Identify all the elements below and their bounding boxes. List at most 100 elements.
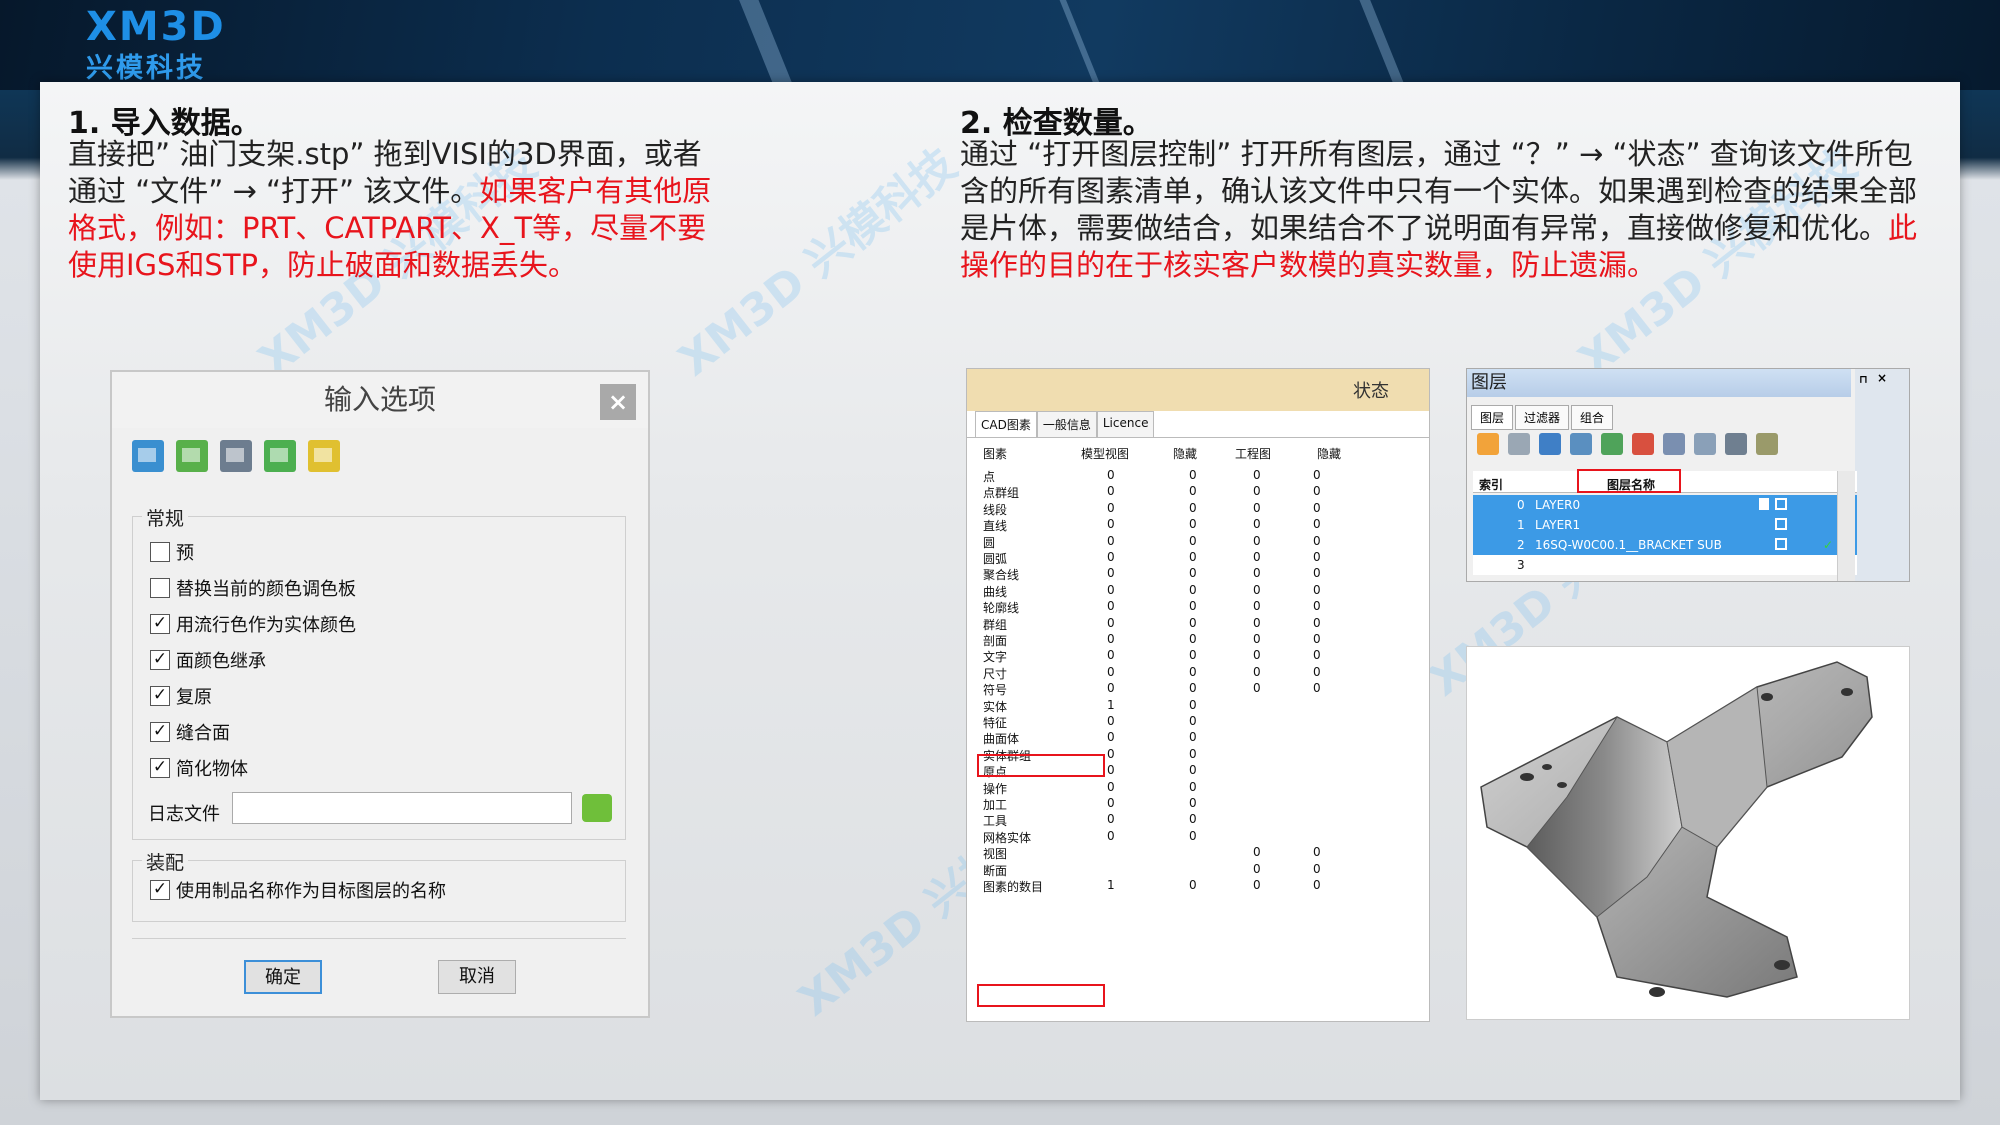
tab-layers[interactable]: 图层 — [1471, 405, 1514, 430]
entity-count: 0 — [1107, 484, 1115, 499]
entity-count: 0 — [1107, 632, 1115, 646]
checkbox[interactable]: ✓ — [150, 758, 170, 778]
lock-icon[interactable] — [1775, 538, 1787, 550]
divider — [967, 437, 1429, 438]
layer-index: 3 — [1517, 558, 1525, 572]
layer-window: 图层 ⊓ × 图层 过滤器 组合 索引 图层名称 0 LAYER0 1 LAYE… — [1466, 368, 1910, 582]
entity-count: 0 — [1189, 730, 1197, 745]
entity-count: 0 — [1253, 500, 1261, 515]
highlight-solid-row — [977, 754, 1105, 777]
entity-count: 1 — [1107, 878, 1115, 892]
entity-count: 0 — [1313, 632, 1321, 646]
import-icon[interactable] — [132, 440, 164, 472]
entity-name: 图素的数目 — [983, 880, 1044, 894]
checkbox[interactable]: ✓ — [150, 650, 170, 670]
lock-icon[interactable] — [1775, 518, 1787, 530]
entity-count: 0 — [1253, 648, 1261, 663]
lock-icon[interactable] — [1775, 498, 1787, 510]
layer-row[interactable]: 3 — [1473, 555, 1857, 575]
ok-button[interactable]: 确定 — [244, 960, 322, 994]
pin-icon[interactable]: ⊓ — [1859, 373, 1868, 386]
layer-row[interactable]: 0 LAYER0 — [1473, 495, 1857, 515]
entity-count: 0 — [1189, 517, 1197, 532]
option-restore[interactable]: ✓ 复原 — [150, 682, 212, 710]
layer-name: LAYER0 — [1535, 498, 1581, 512]
checkbox[interactable] — [150, 578, 170, 598]
layer-row[interactable]: 2 16SQ-W0C00.1__BRACKET SUB ✓ — [1473, 535, 1857, 555]
open-file-icon[interactable] — [176, 440, 208, 472]
entity-count: 0 — [1253, 566, 1261, 581]
layer-delete-icon[interactable] — [1632, 433, 1654, 455]
col-header-hidden: 隐藏 — [1173, 447, 1198, 461]
layer-index: 1 — [1517, 518, 1525, 532]
tab-general-info[interactable]: 一般信息 — [1036, 411, 1097, 437]
entity-count: 0 — [1189, 484, 1197, 499]
close-icon[interactable]: × — [1877, 371, 1887, 385]
entity-count: 0 — [1107, 550, 1115, 564]
entity-count: 0 — [1189, 681, 1197, 696]
entity-count: 0 — [1107, 828, 1115, 843]
assembly-group-label: 装配 — [142, 848, 189, 875]
entity-count: 0 — [1189, 714, 1197, 728]
option-label: 复原 — [176, 687, 212, 708]
load-settings-icon[interactable] — [264, 440, 296, 472]
cursor-icon — [1759, 498, 1769, 510]
checkbox[interactable]: ✓ — [150, 614, 170, 634]
status-tabs: CAD图素 一般信息 Licence — [975, 411, 1155, 437]
layer-settings-icon[interactable] — [1663, 433, 1685, 455]
search-icon[interactable] — [1508, 433, 1530, 455]
layer-move-icon[interactable] — [1601, 433, 1623, 455]
layer-list-icon[interactable] — [1725, 433, 1747, 455]
entity-count: 0 — [1253, 533, 1261, 548]
log-file-input[interactable] — [232, 792, 572, 824]
tab-filters[interactable]: 过滤器 — [1515, 405, 1570, 430]
entity-count: 0 — [1107, 681, 1115, 696]
entity-count: 0 — [1107, 714, 1115, 728]
side-toolbar — [1855, 369, 1909, 581]
option-replace-palette[interactable]: 替换当前的颜色调色板 — [150, 574, 356, 602]
entity-count: 0 — [1107, 468, 1115, 482]
close-button[interactable]: × — [600, 384, 636, 420]
eye-icon[interactable] — [1477, 433, 1499, 455]
entity-count: 0 — [1107, 763, 1115, 778]
tab-groups[interactable]: 组合 — [1571, 405, 1614, 430]
checkbox[interactable]: ✓ — [150, 686, 170, 706]
cancel-button[interactable]: 取消 — [438, 960, 516, 994]
save-icon[interactable] — [220, 440, 252, 472]
tab-cad-entities[interactable]: CAD图素 — [975, 411, 1037, 437]
entity-count: 0 — [1313, 484, 1321, 499]
layer-copy-icon[interactable] — [1570, 433, 1592, 455]
col-header-model-view: 模型视图 — [1081, 447, 1130, 461]
layer-new-icon[interactable] — [1539, 433, 1561, 455]
tab-licence[interactable]: Licence — [1096, 411, 1155, 437]
edit-settings-icon[interactable] — [308, 440, 340, 472]
col-header-hidden-2: 隐藏 — [1317, 447, 1342, 461]
status-titlebar: 状态 — [967, 369, 1429, 411]
highlight-total-row — [977, 984, 1105, 1007]
option-face-color-inherit[interactable]: ✓ 面颜色继承 — [150, 646, 266, 674]
layer-name: LAYER1 — [1535, 518, 1581, 532]
entity-count: 0 — [1107, 599, 1115, 614]
checkbox[interactable]: ✓ — [150, 880, 170, 900]
entity-count: 0 — [1313, 533, 1321, 548]
option-simplify[interactable]: ✓ 简化物体 — [150, 754, 248, 782]
entity-count: 0 — [1107, 648, 1115, 663]
option-use-product-name[interactable]: ✓ 使用制品名称作为目标图层的名称 — [150, 876, 446, 904]
option-stitch-faces[interactable]: ✓ 缝合面 — [150, 718, 230, 746]
option-popular-color[interactable]: ✓ 用流行色作为实体颜色 — [150, 610, 356, 638]
option-preview[interactable]: 预 — [150, 538, 194, 566]
brand-logo-en: XM3D — [86, 4, 226, 50]
entity-count: 0 — [1313, 566, 1321, 581]
layer-row[interactable]: 1 LAYER1 — [1473, 515, 1857, 535]
layer-export-icon[interactable] — [1694, 433, 1716, 455]
entity-count: 0 — [1253, 861, 1261, 876]
browse-folder-icon[interactable] — [582, 794, 612, 822]
checkbox[interactable]: ✓ — [150, 722, 170, 742]
dialog-toolbar — [132, 440, 340, 482]
step2-text: 通过 “打开图层控制” 打开所有图层，通过 “？” → “状态” 查询该文件所包… — [960, 136, 1935, 284]
entity-count: 0 — [1189, 878, 1197, 892]
entity-count: 0 — [1313, 878, 1321, 892]
checkbox[interactable] — [150, 542, 170, 562]
scrollbar[interactable] — [1837, 471, 1855, 581]
trash-icon[interactable] — [1756, 433, 1778, 455]
